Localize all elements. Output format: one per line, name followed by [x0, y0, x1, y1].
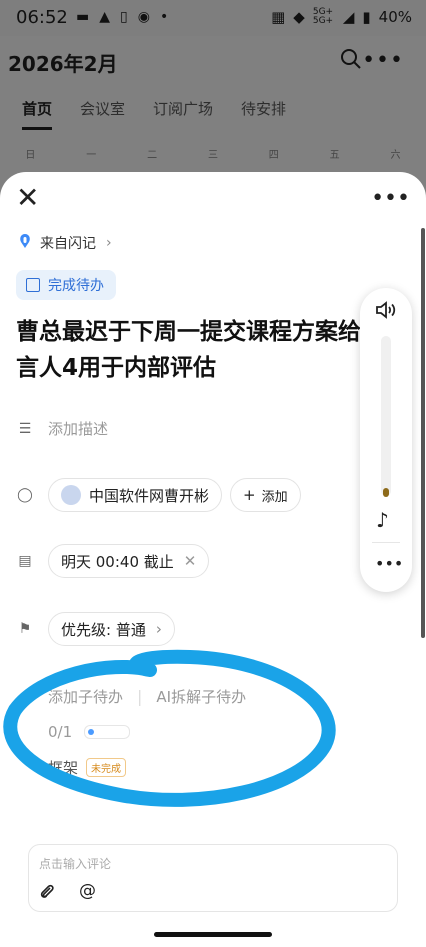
music-note-icon[interactable]: ♪: [376, 508, 389, 532]
weekday-label: 三: [207, 150, 218, 161]
deadline-row: ▤ 明天 00:40 截止 ✕: [16, 544, 210, 578]
volume-slider[interactable]: [381, 336, 391, 496]
tab-home: 首页: [22, 98, 53, 130]
close-icon[interactable]: ✕: [16, 184, 42, 212]
search-icon: [340, 48, 362, 76]
more-icon[interactable]: •••: [371, 186, 410, 211]
description-placeholder: 添加描述: [48, 420, 109, 438]
comment-placeholder: 点击输入评论: [39, 857, 112, 871]
priority-row: ⚑ 优先级: 普通 ›: [16, 612, 175, 646]
weekday-label: 一: [86, 150, 97, 161]
dot-icon: •: [159, 9, 169, 25]
tab-pending: 待安排: [241, 100, 287, 118]
divider: [372, 542, 400, 543]
tab-subscriptions: 订阅广场: [153, 100, 214, 118]
battery-icon: ▮: [362, 8, 371, 26]
background-tabs: 首页 会议室 订阅广场 待安排: [22, 98, 286, 130]
todo-title-line: 言人4用于内部评估: [16, 355, 217, 381]
voice-note-icon: [16, 232, 34, 254]
calendar-icon: ▤: [18, 553, 32, 569]
status-bar: 06:52 ▬ ▲ ▯ ◉ • ▦ ◆ 5G+ 5G+ ◢ ▮ 40%: [0, 0, 426, 36]
add-assignee-label: 添加: [261, 489, 288, 505]
priority-text: 优先级: 普通: [61, 620, 146, 639]
weekday-label: 二: [147, 150, 158, 161]
mention-icon[interactable]: @: [79, 881, 96, 901]
app-icon: ◉: [137, 9, 150, 25]
assignee-row: ◯ 中国软件网曹开彬 + 添加: [16, 478, 301, 512]
weekday-label: 日: [25, 150, 36, 161]
plus-icon: +: [243, 486, 256, 504]
tab-meeting-room: 会议室: [80, 100, 126, 118]
network-label: 5G+ 5G+: [312, 7, 334, 26]
status-time: 06:52: [16, 7, 68, 28]
status-notification-icons: ▬ ▲ ▯ ◉ •: [76, 9, 168, 25]
todo-title[interactable]: 曹总最迟于下周一提交课程方案给 言人4用于内部评估: [16, 314, 366, 386]
message-icon: ▬: [76, 9, 90, 25]
volume-panel: ♪ •••: [360, 288, 412, 592]
checkbox-icon: [26, 278, 40, 292]
add-assignee-button[interactable]: + 添加: [230, 478, 301, 512]
signal-icon: ◢: [342, 8, 355, 26]
comment-box[interactable]: 点击输入评论 @: [28, 844, 398, 912]
chevron-right-icon: ›: [106, 235, 112, 251]
source-link[interactable]: 来自闪记 ›: [16, 232, 112, 254]
status-right: ▦ ◆ 5G+ 5G+ ◢ ▮ 40%: [271, 7, 412, 27]
avatar: [61, 485, 81, 505]
source-label: 来自闪记: [40, 236, 96, 252]
weekday-label: 六: [390, 150, 401, 161]
speaker-icon[interactable]: [374, 300, 398, 324]
month-title: 2026年2月: [8, 52, 118, 76]
home-indicator[interactable]: [154, 932, 272, 937]
deadline-chip[interactable]: 明天 00:40 截止 ✕: [48, 544, 210, 578]
chevron-right-icon: ›: [155, 620, 162, 638]
more-icon[interactable]: •••: [375, 554, 403, 573]
warning-icon: ▲: [99, 9, 111, 25]
nfc-icon: ▦: [271, 8, 286, 26]
assignee-name: 中国软件网曹开彬: [89, 486, 210, 505]
attachment-icon[interactable]: [39, 883, 55, 905]
battery-level: 40%: [378, 8, 412, 26]
weekday-header: 日 一 二 三 四 五 六: [0, 146, 426, 161]
description-row[interactable]: ☰ 添加描述: [16, 418, 108, 439]
scrollbar[interactable]: [421, 228, 425, 638]
wifi-icon: ◆: [293, 8, 305, 26]
hand-drawn-circle-annotation: [3, 649, 336, 807]
volume-slider-thumb[interactable]: [383, 488, 389, 497]
description-icon: ☰: [18, 420, 32, 437]
more-icon: •••: [362, 48, 404, 73]
complete-todo-button[interactable]: 完成待办: [16, 270, 116, 300]
person-icon: ◯: [17, 487, 33, 503]
deadline-text: 明天 00:40 截止: [61, 552, 174, 571]
phone-icon: ▯: [120, 9, 128, 25]
todo-title-line: 曹总最迟于下周一提交课程方案给: [16, 319, 361, 345]
flag-icon: ⚑: [18, 621, 32, 637]
clear-deadline-icon[interactable]: ✕: [184, 552, 197, 570]
complete-todo-label: 完成待办: [48, 278, 104, 294]
weekday-label: 四: [268, 150, 279, 161]
assignee-chip[interactable]: 中国软件网曹开彬: [48, 478, 223, 512]
weekday-label: 五: [329, 150, 340, 161]
priority-chip[interactable]: 优先级: 普通 ›: [48, 612, 175, 646]
